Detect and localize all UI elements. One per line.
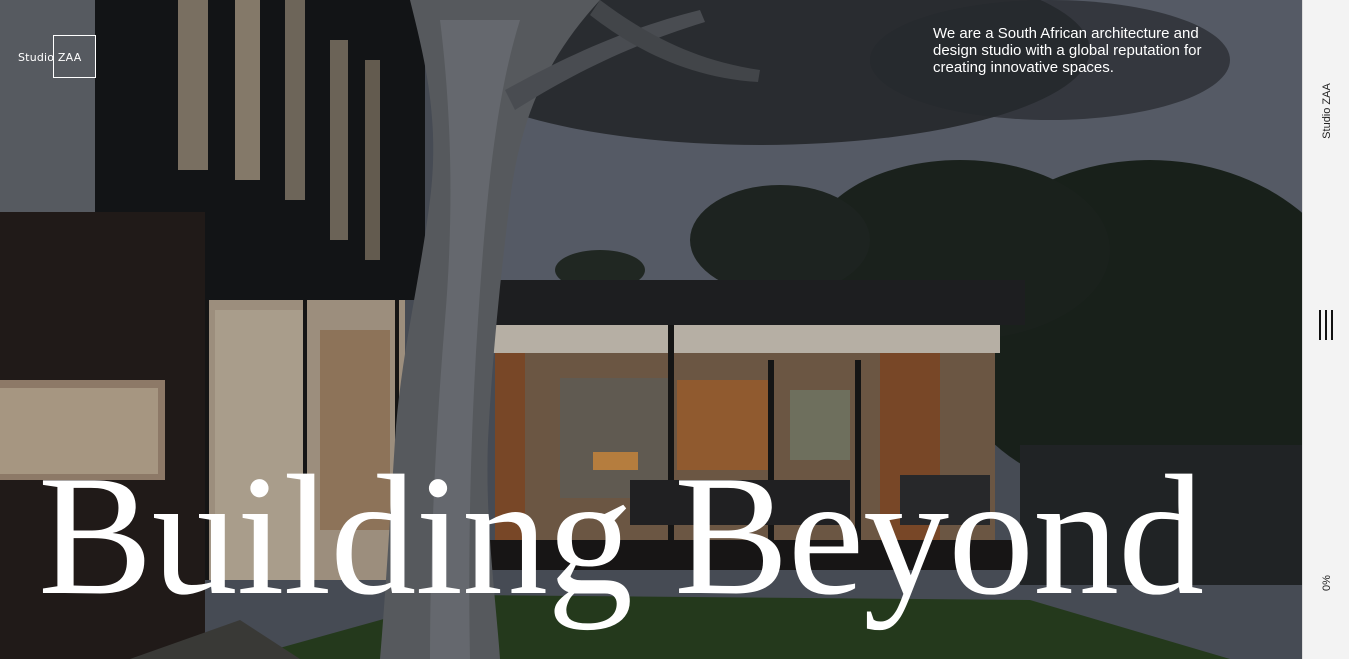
- logo-text: Studio ZAA: [18, 51, 82, 64]
- side-rail: Studio ZAA 0%: [1302, 0, 1349, 659]
- page: Studio ZAA We are a South African archit…: [0, 0, 1349, 659]
- hero-section: Studio ZAA We are a South African archit…: [0, 0, 1302, 659]
- hero-headline: Building Beyond: [38, 441, 1204, 631]
- studio-logo[interactable]: Studio ZAA: [18, 35, 98, 79]
- menu-line: [1331, 310, 1333, 340]
- side-brand-label: Studio ZAA: [1317, 80, 1337, 142]
- menu-line: [1325, 310, 1327, 340]
- menu-line: [1319, 310, 1321, 340]
- scroll-progress: 0%: [1317, 570, 1337, 596]
- side-brand-text: Studio ZAA: [1321, 83, 1333, 139]
- menu-toggle-button[interactable]: [1316, 310, 1336, 340]
- hero-tagline: We are a South African architecture and …: [933, 25, 1202, 76]
- scroll-progress-label: 0%: [1321, 575, 1333, 591]
